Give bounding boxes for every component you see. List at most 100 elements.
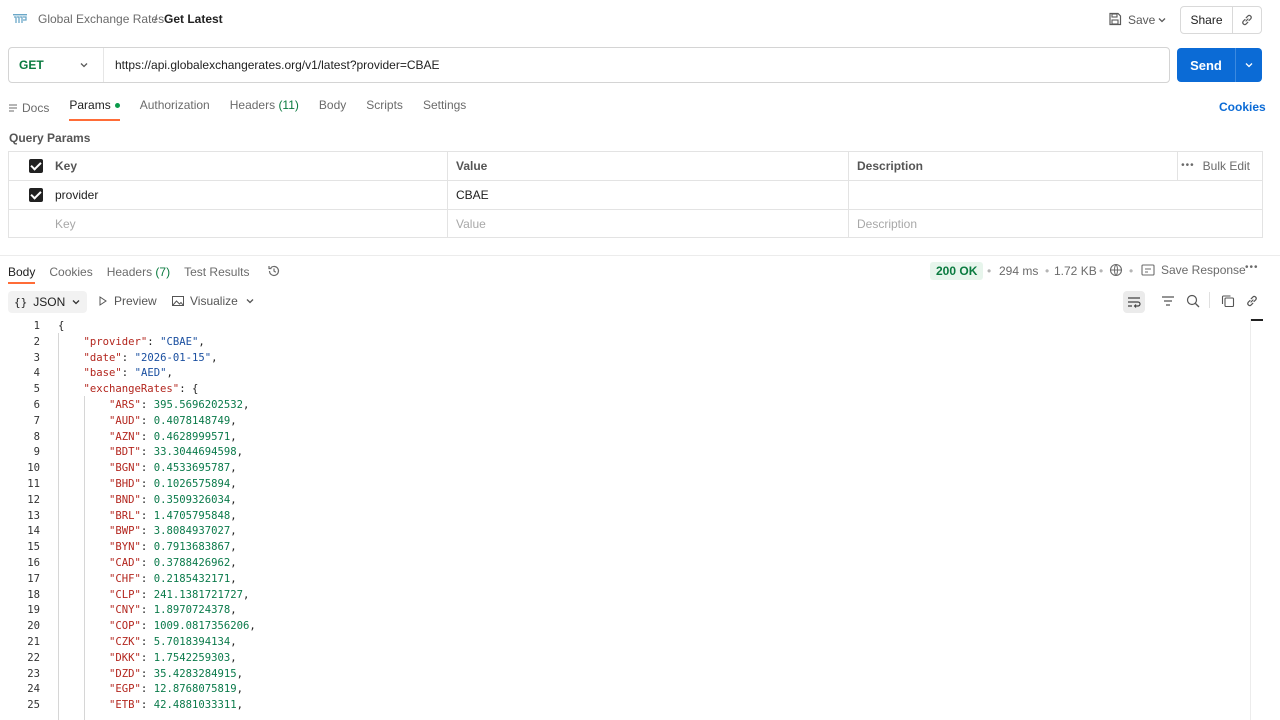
code-line: 25 "ETB": 42.4881033311, xyxy=(0,698,1250,714)
scrollbar-thumb[interactable] xyxy=(1251,319,1263,321)
copy-icon[interactable] xyxy=(1221,294,1235,311)
line-number: 14 xyxy=(27,525,40,538)
param-value[interactable]: CBAE xyxy=(448,181,489,209)
param-description[interactable] xyxy=(849,181,857,209)
format-select[interactable]: {} JSON xyxy=(8,291,88,313)
wrap-icon xyxy=(1128,297,1141,308)
res-tab-cookies[interactable]: Cookies xyxy=(49,265,92,279)
res-headers-count: (7) xyxy=(155,265,171,279)
url-input[interactable] xyxy=(104,48,1169,82)
code-text: "base": "AED", xyxy=(83,367,173,380)
code-line: 7 "AUD": 0.4078148749, xyxy=(0,414,1250,430)
tab-body[interactable]: Body xyxy=(319,97,346,119)
visualize-options-button[interactable] xyxy=(245,295,255,309)
preview-button[interactable]: Preview xyxy=(98,294,157,308)
status-badge[interactable]: 200 OK xyxy=(930,262,984,280)
tab-headers[interactable]: Headers (11) xyxy=(230,97,299,119)
collection-icon xyxy=(12,11,28,27)
code-text: "EGP": 12.8768075819, xyxy=(109,683,243,696)
code-text: "ARS": 395.5696202532, xyxy=(109,398,250,411)
line-number: 9 xyxy=(33,446,40,459)
code-text: "ETB": 42.4881033311, xyxy=(109,699,243,712)
line-number: 18 xyxy=(27,588,40,601)
indent-guide xyxy=(58,333,59,720)
share-button[interactable]: Share xyxy=(1181,7,1233,33)
code-text: "CLP": 241.1381721727, xyxy=(109,588,250,601)
history-icon[interactable] xyxy=(267,264,281,281)
tab-settings[interactable]: Settings xyxy=(423,97,466,119)
visualize-label: Visualize xyxy=(190,294,238,308)
visualize-button[interactable]: Visualize xyxy=(172,294,238,308)
breadcrumb-parent[interactable]: Global Exchange Rates xyxy=(38,12,164,26)
copy-link-button[interactable] xyxy=(1233,7,1261,33)
code-line: 16 "CAD": 0.3788426962, xyxy=(0,556,1250,572)
res-tab-headers[interactable]: Headers (7) xyxy=(107,265,170,279)
line-number: 16 xyxy=(27,556,40,569)
col-value: Value xyxy=(456,159,488,173)
params-active-dot xyxy=(114,103,120,109)
panel-divider[interactable] xyxy=(0,255,1280,256)
tab-docs[interactable]: Docs xyxy=(8,97,49,119)
select-all-checkbox[interactable] xyxy=(29,159,43,173)
response-time[interactable]: 294 ms xyxy=(999,264,1038,278)
table-row: provider CBAE xyxy=(9,181,1262,210)
line-number: 7 xyxy=(33,414,40,427)
code-line: 10 "BGN": 0.4533695787, xyxy=(0,461,1250,477)
code-line: 5 "exchangeRates": { xyxy=(0,382,1250,398)
line-number: 8 xyxy=(33,430,40,443)
line-number: 20 xyxy=(27,620,40,633)
send-button[interactable]: Send xyxy=(1177,58,1235,73)
response-size[interactable]: 1.72 KB xyxy=(1054,264,1097,278)
res-tab-body[interactable]: Body xyxy=(8,265,36,284)
code-line: 23 "DZD": 35.4283284915, xyxy=(0,667,1250,683)
line-number: 25 xyxy=(27,699,40,712)
network-icon[interactable] xyxy=(1109,263,1124,281)
page-title[interactable]: Get Latest xyxy=(164,12,223,26)
tab-authorization[interactable]: Authorization xyxy=(140,97,210,119)
new-description-input[interactable]: Description xyxy=(849,210,917,238)
cookies-link[interactable]: Cookies xyxy=(1219,100,1266,114)
request-url-bar: GET xyxy=(8,47,1170,83)
new-value-input[interactable]: Value xyxy=(448,210,486,238)
code-line: 1{ xyxy=(0,319,1250,335)
search-icon[interactable] xyxy=(1186,294,1200,311)
word-wrap-button[interactable] xyxy=(1123,291,1145,313)
method-select[interactable]: GET xyxy=(9,48,104,82)
code-line: 8 "AZN": 0.4628999571, xyxy=(0,430,1250,446)
link-icon xyxy=(1242,14,1252,26)
query-params-table: Key Value Description ••• Bulk Edit prov… xyxy=(8,151,1263,238)
more-options-icon[interactable]: ••• xyxy=(1245,262,1259,273)
tab-scripts[interactable]: Scripts xyxy=(366,97,403,119)
chevron-down-icon xyxy=(80,63,88,68)
param-enabled-checkbox[interactable] xyxy=(29,188,43,202)
code-line: 22 "DKK": 1.7542259303, xyxy=(0,651,1250,667)
filter-icon[interactable] xyxy=(1161,294,1175,311)
tab-headers-label: Headers xyxy=(229,98,276,112)
indent-guide xyxy=(84,396,85,720)
send-options-button[interactable] xyxy=(1235,48,1262,82)
code-line: 18 "CLP": 241.1381721727, xyxy=(0,588,1250,604)
tab-params[interactable]: Params xyxy=(69,97,121,121)
save-options-button[interactable] xyxy=(1152,8,1172,32)
code-line: 20 "COP": 1009.0817356206, xyxy=(0,619,1250,635)
code-text: "provider": "CBAE", xyxy=(83,335,205,348)
scrollbar-track[interactable] xyxy=(1250,319,1251,720)
code-line: 4 "base": "AED", xyxy=(0,366,1250,382)
code-line: 19 "CNY": 1.8970724378, xyxy=(0,603,1250,619)
code-line: 24 "EGP": 12.8768075819, xyxy=(0,682,1250,698)
preview-label: Preview xyxy=(114,294,157,308)
param-key[interactable]: provider xyxy=(47,181,98,209)
tab-docs-label: Docs xyxy=(22,101,50,115)
save-response-button[interactable]: Save Response xyxy=(1141,263,1246,277)
bulk-edit-button[interactable]: ••• Bulk Edit xyxy=(1181,152,1250,180)
chevron-down-icon xyxy=(1158,18,1166,23)
new-key-input[interactable]: Key xyxy=(47,210,76,238)
line-number: 2 xyxy=(33,335,40,348)
link-icon[interactable] xyxy=(1245,294,1259,311)
bulk-edit-label: Bulk Edit xyxy=(1202,159,1250,173)
code-text: "BDT": 33.3044694598, xyxy=(109,446,243,459)
res-tab-test-results[interactable]: Test Results xyxy=(184,265,249,279)
code-line: 17 "CHF": 0.2185432171, xyxy=(0,572,1250,588)
format-label: JSON xyxy=(33,295,66,309)
response-body-viewer[interactable]: 1{2 "provider": "CBAE", 3 "date": "2026-0… xyxy=(0,319,1250,720)
